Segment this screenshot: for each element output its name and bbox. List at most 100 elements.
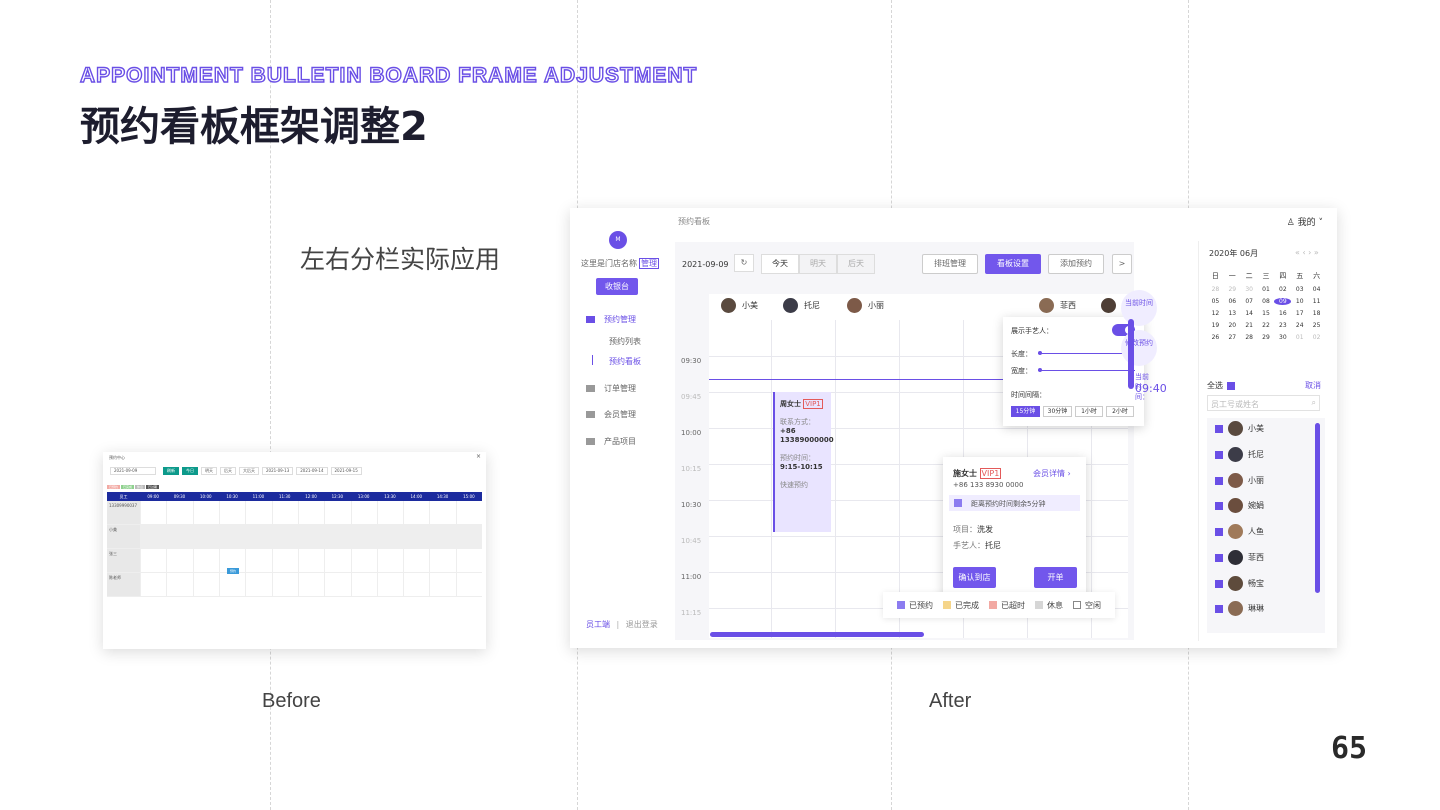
calendar-day[interactable]: 12 (1207, 310, 1224, 317)
list-item[interactable]: 菲西 (1215, 550, 1264, 565)
calendar-day[interactable]: 28 (1207, 286, 1224, 293)
calendar-day[interactable]: 01 (1258, 286, 1275, 293)
calendar-nav[interactable]: « ‹ › » (1295, 248, 1319, 257)
interval-option[interactable]: 1小时 (1075, 406, 1103, 417)
board-settings-button[interactable]: 看板设置 (985, 254, 1041, 274)
calendar-day[interactable]: 02 (1308, 334, 1325, 341)
calendar-day[interactable]: 13 (1224, 310, 1241, 317)
calendar-day[interactable]: 20 (1224, 322, 1241, 329)
shift-management-button[interactable]: 排班管理 (922, 254, 978, 274)
list-item[interactable]: 人鱼 (1215, 524, 1264, 539)
chevron-right-icon[interactable]: > (1112, 254, 1132, 274)
store-tag[interactable]: 管理 (639, 258, 659, 269)
appointment-card[interactable]: 周女士 VIP1 联系方式： +86 13389000000 预约时间： 9:1… (773, 392, 834, 532)
calendar-day[interactable]: 27 (1224, 334, 1241, 341)
calendar-day[interactable]: 08 (1258, 298, 1275, 305)
calendar-day[interactable]: 07 (1241, 298, 1258, 305)
list-item[interactable]: 琳琳 (1215, 601, 1264, 616)
list-item[interactable]: 小丽 (1215, 473, 1264, 488)
staff-list-scrollbar[interactable] (1315, 423, 1320, 593)
calendar-day[interactable]: 30 (1241, 286, 1258, 293)
calendar-day[interactable]: 02 (1274, 286, 1291, 293)
before-button[interactable]: 刷新 (163, 467, 179, 475)
current-time-button[interactable]: 当前时间 (1121, 290, 1157, 326)
calendar-day[interactable]: 17 (1291, 310, 1308, 317)
calendar-day-selected[interactable]: 09 (1274, 298, 1292, 305)
refresh-icon[interactable]: ↻ (734, 254, 754, 272)
calendar-day[interactable]: 11 (1308, 298, 1325, 305)
before-legend-item: 已完成 (121, 485, 135, 489)
before-button[interactable]: 后天 (220, 467, 236, 475)
date-display[interactable]: 2021-09-09 (682, 260, 729, 269)
calendar-day[interactable]: 03 (1291, 286, 1308, 293)
calendar-day[interactable]: 04 (1308, 286, 1325, 293)
staff-column-header[interactable] (1101, 298, 1122, 313)
calendar-day[interactable]: 22 (1258, 322, 1275, 329)
before-button[interactable]: 大后天 (239, 467, 259, 475)
calendar-day[interactable]: 19 (1207, 322, 1224, 329)
add-appointment-button[interactable]: 添加预约 (1048, 254, 1104, 274)
tab-tomorrow[interactable]: 明天 (799, 254, 837, 274)
calendar-day[interactable]: 29 (1224, 286, 1241, 293)
calendar-day[interactable]: 18 (1308, 310, 1325, 317)
sidebar-subitem-list[interactable]: 预约列表 (609, 336, 641, 347)
staff-end-link[interactable]: 员工端 (586, 620, 610, 629)
before-button[interactable]: 明天 (201, 467, 217, 475)
width-slider[interactable] (1038, 368, 1135, 372)
edit-appointment-button[interactable]: 修改预约 (1121, 330, 1157, 366)
calendar-day[interactable]: 29 (1258, 334, 1275, 341)
tab-day-after[interactable]: 后天 (837, 254, 875, 274)
calendar-day[interactable]: 15 (1258, 310, 1275, 317)
staff-column-header[interactable]: 托尼 (783, 298, 820, 313)
calendar-day[interactable]: 25 (1308, 322, 1325, 329)
calendar-day[interactable]: 23 (1274, 322, 1291, 329)
sidebar-item-appointments[interactable]: 预约管理 (586, 314, 636, 325)
horizontal-scrollbar[interactable] (710, 632, 924, 637)
logout-link[interactable]: 退出登录 (626, 620, 658, 629)
calendar-day[interactable]: 16 (1274, 310, 1291, 317)
calendar-day[interactable]: 21 (1241, 322, 1258, 329)
list-item[interactable]: 小美 (1215, 421, 1264, 436)
user-menu[interactable]: ♙ 我的 ˅ (1287, 215, 1323, 228)
select-all[interactable]: 全选 (1207, 380, 1235, 391)
calendar-day[interactable]: 14 (1241, 310, 1258, 317)
staff-column-header[interactable]: 菲西 (1039, 298, 1076, 313)
calendar-day[interactable]: 10 (1291, 298, 1308, 305)
cancel-link[interactable]: 取消 (1305, 380, 1321, 391)
calendar-day[interactable]: 26 (1207, 334, 1224, 341)
member-detail-link[interactable]: 会员详情 › (1033, 468, 1071, 479)
open-order-button[interactable]: 开单 (1034, 567, 1077, 588)
sidebar-item-orders[interactable]: 订单管理 (586, 383, 636, 394)
interval-option[interactable]: 15分钟 (1011, 406, 1040, 417)
before-button[interactable]: 2021-09-15 (330, 467, 362, 475)
calendar-day[interactable]: 30 (1274, 334, 1291, 341)
staff-search-input[interactable]: 员工号或姓名 ⌕ (1207, 395, 1320, 411)
calendar-day[interactable]: 06 (1224, 298, 1241, 305)
list-item[interactable]: 托尼 (1215, 447, 1264, 462)
sidebar-subitem-board[interactable]: 预约看板 (609, 356, 641, 367)
list-item[interactable]: 畅宝 (1215, 576, 1264, 591)
before-button[interactable]: 今日 (182, 467, 198, 475)
close-icon[interactable]: × (476, 453, 481, 460)
cashier-button[interactable]: 收银台 (596, 278, 638, 295)
length-slider[interactable] (1038, 351, 1135, 355)
tab-today[interactable]: 今天 (761, 254, 799, 274)
sidebar-item-products[interactable]: 产品项目 (586, 436, 636, 447)
confirm-arrival-button[interactable]: 确认到店 (953, 567, 996, 588)
calendar-day[interactable]: 24 (1291, 322, 1308, 329)
calendar-day[interactable]: 05 (1207, 298, 1224, 305)
before-date-input[interactable]: 2021-09-09 (110, 467, 156, 475)
customer-name: 周女士 (780, 400, 801, 408)
before-button[interactable]: 2021-09-14 (296, 467, 328, 475)
before-appointment-block[interactable]: 预约 (227, 568, 239, 574)
sidebar-item-members[interactable]: 会员管理 (586, 409, 636, 420)
calendar-day[interactable]: 01 (1291, 334, 1308, 341)
interval-option[interactable]: 30分钟 (1043, 406, 1072, 417)
interval-option[interactable]: 2小时 (1106, 406, 1134, 417)
staff-column-header[interactable]: 小美 (721, 298, 758, 313)
calendar-day[interactable]: 28 (1241, 334, 1258, 341)
staff-column-header[interactable]: 小丽 (847, 298, 884, 313)
list-item[interactable]: 婉娟 (1215, 498, 1264, 513)
before-button[interactable]: 2021-09-13 (262, 467, 294, 475)
vertical-scrollbar[interactable] (1128, 319, 1134, 389)
